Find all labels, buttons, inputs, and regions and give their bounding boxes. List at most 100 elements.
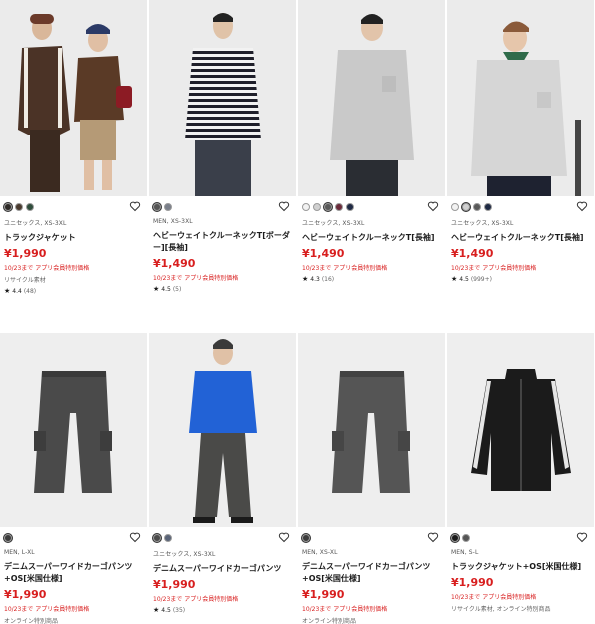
color-swatch[interactable] bbox=[164, 534, 172, 542]
rating-value: 4.5 bbox=[161, 606, 171, 614]
rating-count: (16) bbox=[321, 275, 335, 283]
color-swatch[interactable] bbox=[15, 203, 23, 211]
product-name[interactable]: デニムスーパーワイドカーゴパンツ+OS[米国仕様] bbox=[302, 561, 441, 585]
product-card[interactable]: MEN, XS-3XL ヘビーウェイトクルーネックT[ボーダー][長袖] ¥1,… bbox=[149, 0, 296, 312]
color-swatches bbox=[153, 202, 292, 212]
color-swatch[interactable] bbox=[313, 203, 321, 211]
product-image[interactable] bbox=[0, 333, 147, 527]
product-image[interactable] bbox=[298, 0, 445, 196]
product-rating: ★ 4.3 (16) bbox=[302, 275, 441, 283]
product-image[interactable] bbox=[298, 333, 445, 527]
promo-text: 10/23まで アプリ会員特別価格 bbox=[302, 265, 388, 272]
product-price: ¥1,490 bbox=[153, 257, 196, 270]
product-name[interactable]: ヘビーウェイトクルーネックT[長袖] bbox=[302, 232, 441, 244]
rating-value: 4.4 bbox=[12, 287, 22, 295]
star-icon: ★ bbox=[302, 275, 309, 283]
heart-outline-icon[interactable] bbox=[129, 531, 141, 543]
product-image[interactable] bbox=[149, 0, 296, 196]
product-name[interactable]: トラックジャケット bbox=[4, 232, 143, 244]
color-swatch[interactable] bbox=[164, 203, 172, 211]
product-price: ¥1,990 bbox=[302, 588, 345, 601]
product-image[interactable] bbox=[447, 0, 594, 196]
product-rating: ★ 4.4 (48) bbox=[4, 287, 143, 295]
product-card[interactable]: ユニセックス, XS-3XL ヘビーウェイトクルーネックT[長袖] ¥1,490… bbox=[298, 0, 445, 312]
product-gender-size: ユニセックス, XS-3XL bbox=[4, 220, 67, 227]
promo-text: 10/23まで アプリ会員特別価格 bbox=[153, 596, 239, 603]
product-note: オンライン特別商品 bbox=[302, 618, 357, 624]
heart-outline-icon[interactable] bbox=[427, 531, 439, 543]
color-swatch[interactable] bbox=[302, 203, 310, 211]
product-card[interactable]: MEN, S-L トラックジャケット+OS[米国仕様] ¥1,990 10/23… bbox=[447, 312, 594, 624]
product-name[interactable]: ヘビーウェイトクルーネックT[長袖] bbox=[451, 232, 590, 244]
color-swatch[interactable] bbox=[324, 203, 332, 211]
product-name[interactable]: ヘビーウェイトクルーネックT[ボーダー][長袖] bbox=[153, 230, 292, 254]
color-swatch[interactable] bbox=[153, 534, 161, 542]
color-swatches bbox=[302, 533, 441, 543]
promo-text: 10/23まで アプリ会員特別価格 bbox=[4, 606, 90, 613]
color-swatch[interactable] bbox=[473, 203, 481, 211]
color-swatches bbox=[451, 202, 590, 212]
product-rating: ★ 4.5 (35) bbox=[153, 606, 292, 614]
rating-value: 4.5 bbox=[459, 275, 469, 283]
product-price: ¥1,490 bbox=[451, 247, 494, 260]
color-swatch[interactable] bbox=[484, 203, 492, 211]
rating-count: (5) bbox=[172, 285, 182, 293]
product-price: ¥1,990 bbox=[4, 247, 47, 260]
product-note: リサイクル素材 bbox=[4, 277, 46, 284]
heart-outline-icon[interactable] bbox=[278, 200, 290, 212]
color-swatches bbox=[451, 533, 590, 543]
heart-outline-icon[interactable] bbox=[576, 200, 588, 212]
product-grid: ユニセックス, XS-3XL トラックジャケット ¥1,990 10/23まで … bbox=[0, 0, 595, 624]
product-gender-size: MEN, XS-3XL bbox=[153, 218, 193, 225]
rating-value: 4.5 bbox=[161, 285, 171, 293]
product-image[interactable] bbox=[447, 333, 594, 527]
product-card[interactable]: ユニセックス, XS-3XL トラックジャケット ¥1,990 10/23まで … bbox=[0, 0, 147, 312]
heart-outline-icon[interactable] bbox=[576, 531, 588, 543]
color-swatches bbox=[153, 533, 292, 543]
product-price: ¥1,990 bbox=[4, 588, 47, 601]
color-swatch[interactable] bbox=[462, 534, 470, 542]
heart-outline-icon[interactable] bbox=[129, 200, 141, 212]
product-note: リサイクル素材, オンライン特別商品 bbox=[451, 606, 551, 613]
promo-text: 10/23まで アプリ会員特別価格 bbox=[302, 606, 388, 613]
color-swatch[interactable] bbox=[462, 203, 470, 211]
color-swatch[interactable] bbox=[26, 203, 34, 211]
color-swatches bbox=[4, 202, 143, 212]
star-icon: ★ bbox=[451, 275, 458, 283]
product-name[interactable]: トラックジャケット+OS[米国仕様] bbox=[451, 561, 590, 573]
color-swatch[interactable] bbox=[4, 534, 12, 542]
heart-outline-icon[interactable] bbox=[427, 200, 439, 212]
product-gender-size: ユニセックス, XS-3XL bbox=[302, 220, 365, 227]
product-price: ¥1,990 bbox=[153, 578, 196, 591]
promo-text: 10/23まで アプリ会員特別価格 bbox=[451, 265, 537, 272]
product-card[interactable]: ユニセックス, XS-3XL ヘビーウェイトクルーネックT[長袖] ¥1,490… bbox=[447, 0, 594, 312]
product-name[interactable]: デニムスーパーワイドカーゴパンツ bbox=[153, 563, 292, 575]
product-gender-size: MEN, XS-XL bbox=[302, 549, 338, 556]
product-image[interactable] bbox=[149, 333, 296, 527]
color-swatch[interactable] bbox=[346, 203, 354, 211]
color-swatch[interactable] bbox=[4, 203, 12, 211]
color-swatch[interactable] bbox=[153, 203, 161, 211]
product-price: ¥1,990 bbox=[451, 576, 494, 589]
color-swatch[interactable] bbox=[451, 534, 459, 542]
product-card[interactable]: MEN, XS-XL デニムスーパーワイドカーゴパンツ+OS[米国仕様] ¥1,… bbox=[298, 312, 445, 624]
rating-count: (35) bbox=[172, 606, 186, 614]
star-icon: ★ bbox=[4, 287, 11, 295]
color-swatches bbox=[4, 533, 143, 543]
product-image[interactable] bbox=[0, 0, 147, 196]
promo-text: 10/23まで アプリ会員特別価格 bbox=[153, 275, 239, 282]
color-swatch[interactable] bbox=[451, 203, 459, 211]
star-icon: ★ bbox=[153, 285, 160, 293]
product-card[interactable]: ユニセックス, XS-3XL デニムスーパーワイドカーゴパンツ ¥1,990 1… bbox=[149, 312, 296, 624]
color-swatches bbox=[302, 202, 441, 212]
product-name[interactable]: デニムスーパーワイドカーゴパンツ+OS[米国仕様] bbox=[4, 561, 143, 585]
promo-text: 10/23まで アプリ会員特別価格 bbox=[451, 594, 537, 601]
color-swatch[interactable] bbox=[302, 534, 310, 542]
rating-count: (48) bbox=[23, 287, 37, 295]
product-gender-size: MEN, L-XL bbox=[4, 549, 35, 556]
product-card[interactable]: MEN, L-XL デニムスーパーワイドカーゴパンツ+OS[米国仕様] ¥1,9… bbox=[0, 312, 147, 624]
product-rating: ★ 4.5 (999+) bbox=[451, 275, 590, 283]
color-swatch[interactable] bbox=[335, 203, 343, 211]
rating-value: 4.3 bbox=[310, 275, 320, 283]
heart-outline-icon[interactable] bbox=[278, 531, 290, 543]
